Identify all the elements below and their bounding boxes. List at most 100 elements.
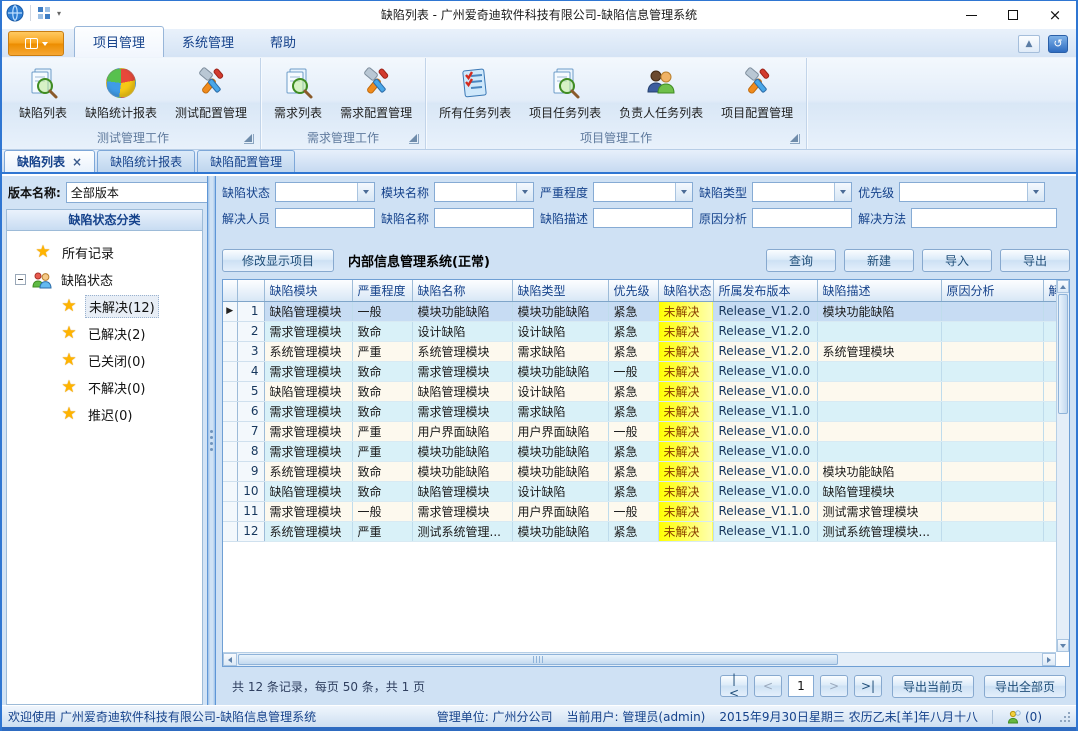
tree-item-6[interactable]: ★不解决(0) xyxy=(7,374,202,401)
collapse-box-icon[interactable] xyxy=(15,274,26,285)
table-cell[interactable]: 紧急 xyxy=(608,461,658,481)
filter-input[interactable] xyxy=(752,208,852,228)
table-cell[interactable] xyxy=(941,401,1043,421)
table-cell[interactable]: 系统管理模块 xyxy=(412,341,512,361)
combo-arrow-icon[interactable] xyxy=(675,183,692,201)
table-cell[interactable]: 缺陷管理模块 xyxy=(264,481,352,501)
table-cell[interactable]: 测试需求管理模块 xyxy=(817,501,941,521)
combo-arrow-icon[interactable] xyxy=(1027,183,1044,201)
table-cell[interactable]: Release_V1.1.0 xyxy=(713,401,817,421)
table-cell[interactable]: 用户界面缺陷 xyxy=(412,421,512,441)
close-button[interactable]: × xyxy=(1034,1,1076,29)
table-cell[interactable]: 致命 xyxy=(352,361,412,381)
ribbon-button[interactable]: 项目配置管理 xyxy=(712,62,802,123)
table-header-cell[interactable]: 缺陷描述 xyxy=(817,280,941,301)
table-cell[interactable]: Release_V1.1.0 xyxy=(713,521,817,541)
table-cell[interactable]: 未解决 xyxy=(658,521,713,541)
table-cell[interactable]: 模块功能缺陷 xyxy=(512,441,608,461)
filter-input[interactable] xyxy=(434,208,534,228)
table-cell[interactable]: 紧急 xyxy=(608,481,658,501)
table-cell[interactable]: 模块功能缺陷 xyxy=(512,361,608,381)
table-cell[interactable]: 缺陷管理模块 xyxy=(264,381,352,401)
table-cell[interactable]: 一般 xyxy=(608,361,658,381)
table-cell[interactable] xyxy=(941,441,1043,461)
table-cell[interactable] xyxy=(941,421,1043,441)
table-cell[interactable]: 未解决 xyxy=(658,341,713,361)
vertical-scrollbar[interactable] xyxy=(1056,280,1069,652)
filter-select[interactable] xyxy=(434,182,534,202)
messages-person-icon[interactable] xyxy=(1007,710,1021,724)
ribbon-button[interactable]: 需求列表 xyxy=(265,62,331,123)
help-button[interactable]: ↺ xyxy=(1048,35,1068,53)
vscroll-thumb[interactable] xyxy=(1058,294,1068,414)
table-cell[interactable] xyxy=(941,341,1043,361)
table-header-cell[interactable]: 所属发布版本 xyxy=(713,280,817,301)
table-row-11[interactable]: 11需求管理模块一般需求管理模块用户界面缺陷一般未解决Release_V1.1.… xyxy=(223,501,1069,521)
resize-grip[interactable] xyxy=(1060,712,1070,722)
table-row-12[interactable]: 12系统管理模块严重测试系统管理...模块功能缺陷紧急未解决Release_V1… xyxy=(223,521,1069,541)
table-row-2[interactable]: 2需求管理模块致命设计缺陷设计缺陷紧急未解决Release_V1.2.0 xyxy=(223,321,1069,341)
table-cell[interactable]: 需求管理模块 xyxy=(412,361,512,381)
table-cell[interactable]: 致命 xyxy=(352,481,412,501)
table-header-cell[interactable]: 缺陷模块 xyxy=(264,280,352,301)
doc-tab-1[interactable]: 缺陷列表× xyxy=(4,150,95,172)
table-row-9[interactable]: 9系统管理模块致命模块功能缺陷模块功能缺陷紧急未解决Release_V1.0.0… xyxy=(223,461,1069,481)
filter-input[interactable] xyxy=(275,208,375,228)
export-current-page-button[interactable]: 导出当前页 xyxy=(892,675,974,698)
horizontal-scrollbar[interactable] xyxy=(223,652,1056,666)
table-cell[interactable]: 需求管理模块 xyxy=(264,421,352,441)
filter-select-input[interactable] xyxy=(276,183,357,201)
dialog-launcher-icon[interactable] xyxy=(244,134,254,144)
table-row-8[interactable]: 8需求管理模块严重模块功能缺陷模块功能缺陷紧急未解决Release_V1.0.0 xyxy=(223,441,1069,461)
table-cell[interactable]: Release_V1.2.0 xyxy=(713,321,817,341)
dialog-launcher-icon[interactable] xyxy=(790,134,800,144)
table-cell[interactable]: 严重 xyxy=(352,421,412,441)
table-cell[interactable]: 紧急 xyxy=(608,321,658,341)
table-cell[interactable]: 紧急 xyxy=(608,521,658,541)
table-header-cell[interactable] xyxy=(223,280,237,301)
filter-select-input[interactable] xyxy=(594,183,675,201)
table-cell[interactable]: 需求管理模块 xyxy=(264,321,352,341)
table-cell[interactable]: 需求管理模块 xyxy=(412,501,512,521)
table-cell[interactable]: 致命 xyxy=(352,321,412,341)
query-button[interactable]: 查询 xyxy=(766,249,836,272)
table-cell[interactable]: 模块功能缺陷 xyxy=(512,521,608,541)
export-button[interactable]: 导出 xyxy=(1000,249,1070,272)
tree-item-2[interactable]: 缺陷状态 xyxy=(7,266,202,293)
ribbon-button[interactable]: 需求配置管理 xyxy=(331,62,421,123)
table-cell[interactable]: Release_V1.0.0 xyxy=(713,381,817,401)
table-cell[interactable]: 一般 xyxy=(608,421,658,441)
table-cell[interactable] xyxy=(817,441,941,461)
table-cell[interactable]: Release_V1.0.0 xyxy=(713,421,817,441)
tab-close-icon[interactable]: × xyxy=(72,156,82,168)
table-cell[interactable]: 需求管理模块 xyxy=(264,361,352,381)
scroll-up-icon[interactable] xyxy=(1057,280,1069,293)
table-cell[interactable]: 系统管理模块 xyxy=(264,521,352,541)
filter-select-input[interactable] xyxy=(753,183,834,201)
minimize-button[interactable] xyxy=(950,1,992,29)
dialog-launcher-icon[interactable] xyxy=(409,134,419,144)
table-cell[interactable]: 设计缺陷 xyxy=(512,321,608,341)
tree-item-7[interactable]: ★推迟(0) xyxy=(7,401,202,428)
table-row-6[interactable]: 6需求管理模块致命需求管理模块需求缺陷紧急未解决Release_V1.1.0 xyxy=(223,401,1069,421)
tree-item-3[interactable]: ★未解决(12) xyxy=(7,293,202,320)
table-row-10[interactable]: 10缺陷管理模块致命缺陷管理模块设计缺陷紧急未解决Release_V1.0.0缺… xyxy=(223,481,1069,501)
table-cell[interactable]: 未解决 xyxy=(658,301,713,321)
version-combo-input[interactable] xyxy=(67,183,225,202)
table-cell[interactable] xyxy=(941,461,1043,481)
table-cell[interactable]: 致命 xyxy=(352,381,412,401)
table-cell[interactable]: 设计缺陷 xyxy=(512,381,608,401)
filter-select[interactable] xyxy=(752,182,852,202)
table-cell[interactable]: 严重 xyxy=(352,521,412,541)
table-cell[interactable]: 未解决 xyxy=(658,441,713,461)
table-cell[interactable]: 模块功能缺陷 xyxy=(512,301,608,321)
table-cell[interactable]: 缺陷管理模块 xyxy=(412,481,512,501)
tree-item-4[interactable]: ★已解决(2) xyxy=(7,320,202,347)
table-header-cell[interactable] xyxy=(237,280,264,301)
ribbon-tab-3[interactable]: 帮助 xyxy=(252,27,314,57)
last-page-button[interactable]: >| xyxy=(854,675,882,697)
table-cell[interactable]: 未解决 xyxy=(658,381,713,401)
table-cell[interactable]: 缺陷管理模块 xyxy=(817,481,941,501)
table-cell[interactable]: 系统管理模块 xyxy=(264,341,352,361)
table-cell[interactable]: 模块功能缺陷 xyxy=(412,441,512,461)
